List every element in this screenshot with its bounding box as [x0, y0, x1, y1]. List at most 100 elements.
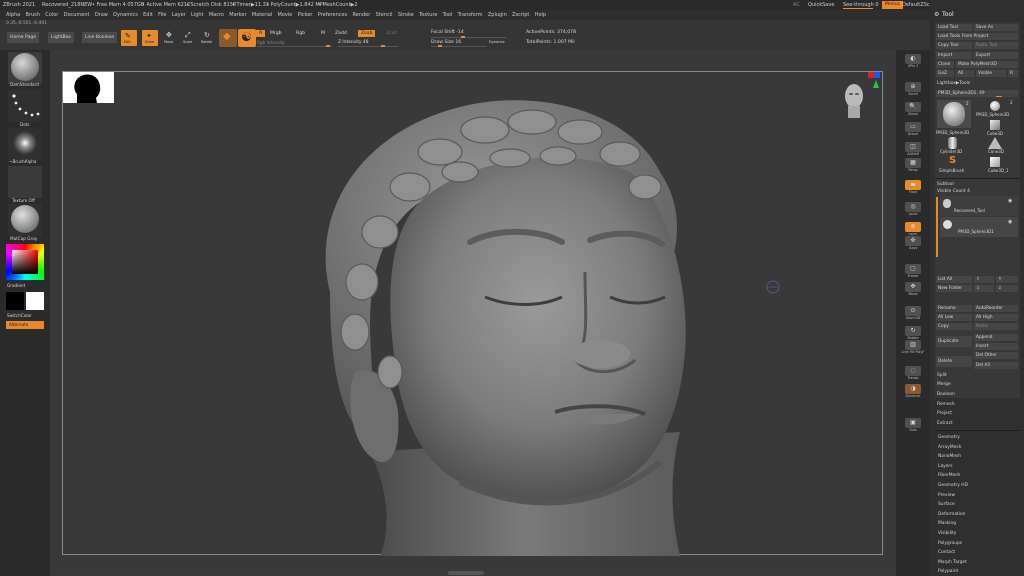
menu-texture[interactable]: Texture [419, 12, 437, 18]
focal-shift-slider[interactable]: Focal Shift -14 [431, 30, 464, 35]
tool-section-arraymesh[interactable]: ArrayMesh [938, 445, 961, 450]
shelf-button-actual[interactable]: ▭ Actual [900, 122, 926, 138]
tool-section-geometry[interactable]: Geometry [938, 435, 960, 440]
move-bottom-icon[interactable]: ⇓ [996, 285, 1018, 292]
subtool-item-sphere[interactable]: PM3D_Sphere3D1 ◉ [940, 217, 1018, 237]
menu-stroke[interactable]: Stroke [398, 12, 414, 18]
rgb-toggle[interactable]: Rgb [296, 31, 305, 36]
lightbox-tools-button[interactable]: Lightbox▶Tools [937, 81, 970, 86]
shelf-button-local[interactable]: ◎ Local [900, 202, 926, 218]
menu-zscript[interactable]: Zscript [512, 12, 529, 18]
del-other-button[interactable]: Del Other [974, 352, 1018, 359]
menu-stencil[interactable]: Stencil [376, 12, 393, 18]
gradient-label[interactable]: Gradient [7, 283, 25, 288]
move-up-icon[interactable]: ⇧ [974, 276, 994, 283]
color-picker[interactable] [6, 244, 44, 280]
eye-icon[interactable]: ◉ [1008, 219, 1012, 225]
tool-section-contact[interactable]: Contact [938, 550, 955, 555]
load-tools-from-project-button[interactable]: Load Tools From Project [936, 33, 1018, 40]
tool-section-morph-target[interactable]: Morph Target [938, 560, 967, 565]
list-all-button[interactable]: List All [936, 276, 972, 283]
draw-size-handle[interactable] [438, 45, 442, 47]
menus-button[interactable]: Menus [882, 1, 904, 9]
subtool-scrollbar[interactable] [936, 197, 938, 257]
shelf-button-spix-3[interactable]: ◐ SPix 3 [900, 54, 926, 70]
zcut-toggle[interactable]: Zcut [386, 31, 396, 36]
clone-button[interactable]: Clone [936, 61, 954, 68]
tool-section-nanomesh[interactable]: NanoMesh [938, 454, 961, 459]
scale-button[interactable]: ⤢ Scale [181, 30, 197, 46]
menu-material[interactable]: Material [252, 12, 272, 18]
rotate-button[interactable]: ↻ Rotate [200, 30, 216, 46]
tool-gear-icon[interactable]: ⚙ [934, 11, 939, 18]
menu-document[interactable]: Document [64, 12, 90, 18]
brush-thumbnail-button[interactable]: ◆ [219, 29, 237, 47]
stroke-slot[interactable] [8, 90, 42, 122]
alpha-slot[interactable] [8, 128, 42, 160]
boolean-section[interactable]: Boolean [937, 392, 955, 397]
m-toggle[interactable]: M [321, 31, 325, 36]
menu-draw[interactable]: Draw [95, 12, 108, 18]
cube-thumb-icon[interactable] [990, 120, 1000, 130]
secondary-color-swatch[interactable] [26, 292, 44, 310]
menu-transform[interactable]: Transform [458, 12, 483, 18]
delete-button[interactable]: Delete [936, 356, 972, 367]
merge-section[interactable]: Merge [937, 382, 951, 387]
move-top-icon[interactable]: ⇑ [996, 276, 1018, 283]
shelf-button-move[interactable]: ✥ Move [900, 282, 926, 298]
brush-slot[interactable] [8, 52, 42, 84]
autoreorder-button[interactable]: AutoReorder [974, 305, 1018, 312]
edit-button[interactable]: ✎ Edit [121, 30, 137, 46]
r-button[interactable]: R [1008, 70, 1018, 77]
copy-tool-button[interactable]: Copy Tool [936, 42, 972, 49]
menu-edit[interactable]: Edit [143, 12, 153, 18]
shelf-button-floor[interactable]: ▬ Floor [900, 180, 926, 196]
draw-button[interactable]: ✦ Draw [142, 30, 158, 46]
eye-icon[interactable]: ◉ [1008, 198, 1012, 204]
simplebrush-thumb-icon[interactable]: S [949, 155, 956, 166]
tool-section-fibermesh[interactable]: FiberMesh [938, 473, 960, 478]
menu-preferences[interactable]: Preferences [318, 12, 347, 18]
cylinder-thumb-icon[interactable] [948, 137, 957, 149]
live-boolean-button[interactable]: Live Boolean [82, 32, 118, 43]
menu-help[interactable]: Help [535, 12, 546, 18]
shelf-button-dynamic[interactable]: ◑ Dynamic [900, 384, 926, 400]
a-toggle[interactable]: A [256, 30, 266, 37]
visible-button[interactable]: Visible [976, 70, 1006, 77]
menu-alpha[interactable]: Alpha [6, 12, 20, 18]
tool-section-geometry-hd[interactable]: Geometry HD [938, 483, 968, 488]
del-all-button[interactable]: Del All [974, 362, 1018, 369]
goz-button[interactable]: GoZ [936, 70, 954, 77]
shelf-button-frame[interactable]: ▢ Frame [900, 264, 926, 280]
subtool-header[interactable]: Subtool [937, 182, 954, 187]
rgb-intensity-handle[interactable] [326, 45, 330, 47]
insert-button[interactable]: Insert [974, 343, 1018, 350]
focal-shift-handle[interactable] [461, 36, 465, 38]
saturation-square[interactable] [12, 250, 38, 274]
duplicate-button[interactable]: Duplicate [936, 336, 972, 347]
texture-slot[interactable] [8, 166, 42, 198]
menu-macro[interactable]: Macro [209, 12, 224, 18]
menu-tool[interactable]: Tool [443, 12, 453, 18]
tool-section-preview[interactable]: Preview [938, 493, 955, 498]
cube1-thumb-icon[interactable] [990, 157, 1000, 167]
sculpt-head-model[interactable] [300, 92, 740, 556]
switch-color-button[interactable]: SwitchColor [7, 313, 32, 318]
append-button[interactable]: Append [974, 334, 1018, 341]
z-intensity-slider[interactable]: Z Intensity 48 [338, 40, 369, 45]
shelf-button-scroll[interactable]: ⊕ Scroll [900, 82, 926, 98]
current-tool-slider[interactable]: PM3D_Sphere3D1. 49 [936, 90, 1018, 97]
tool-section-visibility[interactable]: Visibility [938, 531, 956, 536]
import-button[interactable]: Import [936, 52, 972, 59]
make-polymesh-button[interactable]: Make PolyMesh3D [956, 61, 1018, 68]
menu-movie[interactable]: Movie [277, 12, 292, 18]
shelf-button-zoom3d[interactable]: ⊙ Zoom3D [900, 306, 926, 322]
remesh-section[interactable]: Remesh [937, 402, 955, 407]
ac-label[interactable]: AC [793, 2, 800, 8]
move-down-icon[interactable]: ⇩ [974, 285, 994, 292]
mrgb-toggle[interactable]: Mrgb [270, 31, 282, 36]
all-low-button[interactable]: All Low [936, 314, 972, 321]
tool-section-polypaint[interactable]: Polypaint [938, 569, 958, 574]
z-intensity-handle[interactable] [381, 45, 385, 47]
shelf-button-zoom[interactable]: 🔍 Zoom [900, 102, 926, 118]
